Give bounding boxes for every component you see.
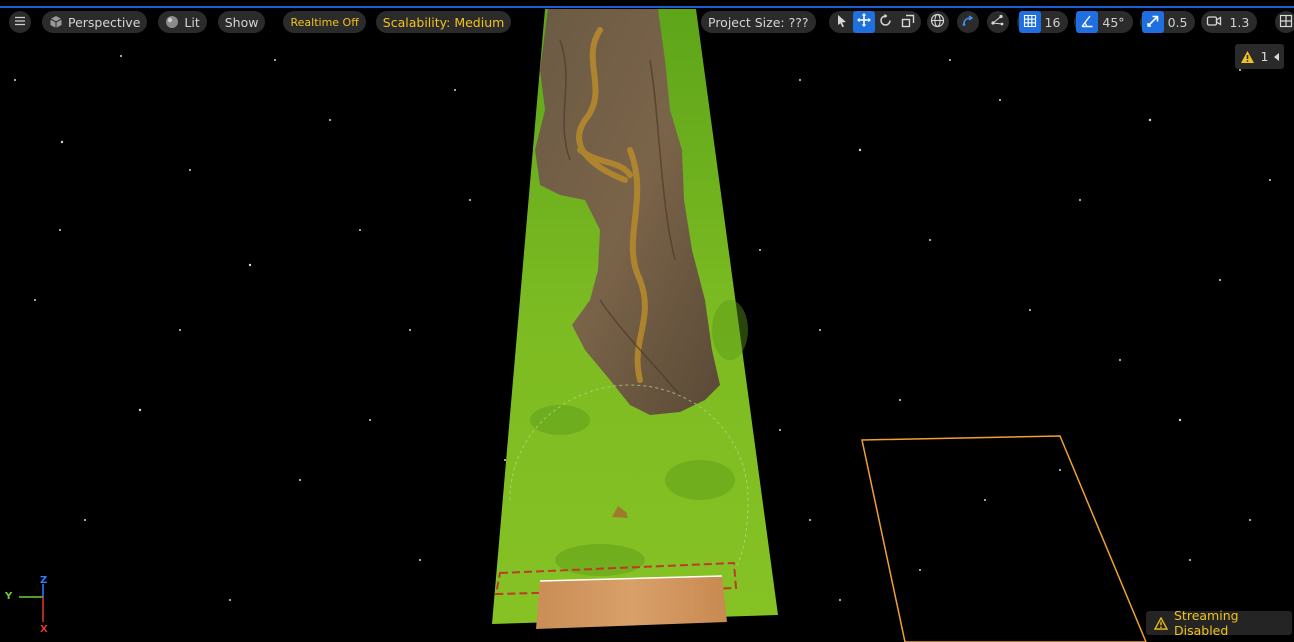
surface-snap-button[interactable]: [956, 11, 979, 33]
surface-snap-icon: [960, 13, 975, 32]
window-top-highlight: [0, 6, 1294, 8]
project-size-button[interactable]: Project Size: ???: [701, 11, 816, 33]
camera-speed-value: 1.3: [1229, 14, 1250, 30]
viewport-toolbar-right: Project Size: ??? 16 45° 0.5 1.3: [701, 11, 1294, 33]
scale-tool-button[interactable]: [897, 11, 919, 33]
grid-snap-value[interactable]: 16: [1041, 15, 1067, 30]
scale-snap-toggle[interactable]: [1141, 11, 1164, 33]
snap-points-icon: [990, 13, 1005, 32]
warning-icon: [1154, 616, 1168, 630]
scale-snap-group: 0.5: [1139, 11, 1196, 33]
hamburger-menu-icon: [14, 15, 26, 30]
rotate-tool-button[interactable]: [875, 11, 897, 33]
camera-speed-toggle[interactable]: [1203, 11, 1225, 33]
axis-z-label: Z: [40, 575, 48, 586]
cube-icon: [49, 15, 63, 29]
lit-label: Lit: [184, 14, 200, 30]
angle-snap-toggle[interactable]: [1076, 11, 1099, 33]
streaming-status: Streaming Disabled: [1146, 608, 1292, 638]
cursor-arrow-icon: [835, 13, 849, 32]
vertex-snap-button[interactable]: [986, 11, 1009, 33]
realtime-toggle-button[interactable]: Realtime Off: [283, 11, 366, 33]
angle-icon: [1080, 13, 1094, 32]
axis-y-label: Y: [5, 591, 13, 602]
lit-button[interactable]: Lit: [158, 11, 207, 33]
layout-grid-icon: [1279, 13, 1293, 32]
perspective-button[interactable]: Perspective: [42, 11, 148, 33]
warning-count: 1: [1260, 49, 1269, 64]
volume-outline: [861, 435, 1147, 642]
grid-snap-toggle[interactable]: [1018, 11, 1041, 33]
scale-snap-value[interactable]: 0.5: [1164, 15, 1194, 30]
scale-icon: [901, 13, 915, 32]
camera-speed-group[interactable]: 1.3: [1201, 11, 1258, 33]
show-label: Show: [224, 14, 259, 30]
project-size-label: Project Size: ???: [708, 14, 809, 30]
caret-left-icon: [1274, 52, 1280, 61]
axis-gizmo: [19, 584, 44, 622]
camera-icon: [1206, 13, 1222, 32]
scalability-label: Scalability: Medium: [382, 14, 505, 30]
axis-x-label: X: [40, 624, 48, 635]
viewport-toolbar-left: Perspective Lit Show Realtime Off Scalab…: [9, 11, 512, 33]
warning-triangle-icon: [1240, 50, 1255, 64]
scalability-button[interactable]: Scalability: Medium: [375, 11, 512, 33]
sphere-icon: [165, 15, 179, 29]
viewport-menu-button[interactable]: [9, 11, 31, 33]
scene-render: [14, 9, 1271, 642]
warnings-button[interactable]: 1: [1235, 44, 1284, 69]
globe-icon: [930, 13, 945, 32]
move-arrows-icon: [856, 12, 872, 32]
realtime-label: Realtime Off: [290, 15, 359, 29]
grid-snap-group: 16: [1016, 11, 1069, 33]
select-tool-button[interactable]: [831, 11, 853, 33]
translate-tool-button[interactable]: [852, 11, 875, 33]
wood-platform: [536, 576, 727, 629]
viewport-layout-button[interactable]: [1275, 11, 1294, 33]
rotate-icon: [878, 13, 893, 32]
streaming-label: Streaming Disabled: [1174, 608, 1239, 638]
transform-tools-group: [828, 11, 921, 33]
scale-arrow-icon: [1146, 13, 1160, 32]
perspective-label: Perspective: [68, 14, 141, 30]
angle-snap-group: 45°: [1074, 11, 1133, 33]
show-button[interactable]: Show: [217, 11, 266, 33]
grid-icon: [1023, 13, 1037, 32]
world-space-button[interactable]: [926, 11, 949, 33]
level-viewport[interactable]: [0, 0, 1294, 642]
angle-snap-value[interactable]: 45°: [1098, 15, 1130, 30]
